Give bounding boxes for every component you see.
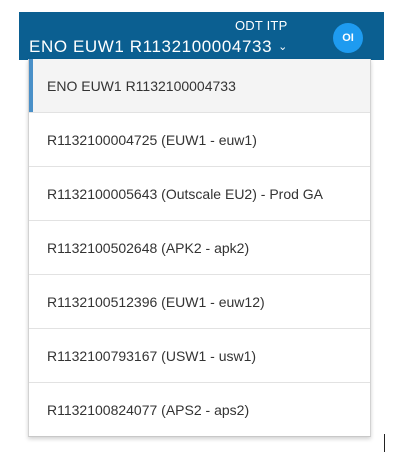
user-avatar[interactable]: OI xyxy=(333,23,363,53)
tenant-dropdown-menu: ENO EUW1 R1132100004733 R1132100004725 (… xyxy=(28,59,371,437)
dropdown-item-label: ENO EUW1 R1132100004733 xyxy=(47,77,236,94)
tenant-selector[interactable]: ENO EUW1 R1132100004733 ⌄ xyxy=(29,37,288,57)
dropdown-item-label: R1132100512396 (EUW1 - euw12) xyxy=(47,293,265,310)
dropdown-item-label: R1132100004725 (EUW1 - euw1) xyxy=(47,131,257,148)
dropdown-item[interactable]: R1132100005643 (Outscale EU2) - Prod GA xyxy=(29,167,370,221)
page: ODT ITP ENO EUW1 R1132100004733 ⌄ OI ENO … xyxy=(0,0,401,458)
organization-label: ODT ITP xyxy=(235,18,288,33)
dropdown-item-label: R1132100005643 (Outscale EU2) - Prod GA xyxy=(47,185,324,202)
dropdown-item-label: R1132100824077 (APS2 - aps2) xyxy=(47,401,250,418)
tenant-selector-label: ENO EUW1 R1132100004733 xyxy=(29,37,273,56)
chevron-down-icon: ⌄ xyxy=(278,41,288,53)
avatar-initials: OI xyxy=(342,32,354,44)
dropdown-item[interactable]: R1132100824077 (APS2 - aps2) xyxy=(29,383,370,436)
dropdown-item[interactable]: R1132100004725 (EUW1 - euw1) xyxy=(29,113,370,167)
dropdown-item-label: R1132100793167 (USW1 - usw1) xyxy=(47,347,257,364)
dropdown-item-label: R1132100502648 (APK2 - apk2) xyxy=(47,239,250,256)
dropdown-item[interactable]: R1132100512396 (EUW1 - euw12) xyxy=(29,275,370,329)
text-cursor xyxy=(384,434,385,452)
dropdown-item[interactable]: R1132100502648 (APK2 - apk2) xyxy=(29,221,370,275)
top-bar: ODT ITP ENO EUW1 R1132100004733 ⌄ OI xyxy=(19,12,384,60)
dropdown-item[interactable]: R1132100793167 (USW1 - usw1) xyxy=(29,329,370,383)
dropdown-item-selected[interactable]: ENO EUW1 R1132100004733 xyxy=(29,59,370,113)
